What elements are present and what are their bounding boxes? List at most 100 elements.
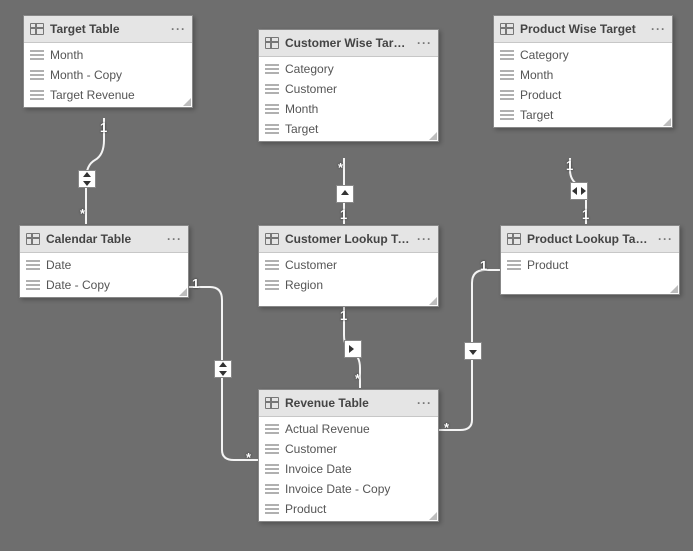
resize-handle[interactable] [183,98,191,106]
field-row[interactable]: Month - Copy [24,65,192,85]
field-name: Date - Copy [46,278,110,292]
field-icon [265,424,279,434]
field-row[interactable]: Category [494,45,672,65]
field-icon [500,70,514,80]
field-name: Product [285,502,326,516]
field-row[interactable]: Category [259,59,438,79]
field-icon [265,484,279,494]
table-header[interactable]: Calendar Table ··· [20,226,188,253]
field-list: Category Month Product Target [494,43,672,127]
card-revenue-star-a: * [246,450,251,465]
table-header[interactable]: Customer Wise Target ··· [259,30,438,57]
table-icon [500,23,514,35]
field-row[interactable]: Target [494,105,672,125]
field-row[interactable]: Target [259,119,438,139]
more-button[interactable]: ··· [651,22,666,36]
field-row[interactable]: Month [494,65,672,85]
filter-dir-prodlk-revenue [464,342,482,360]
field-row[interactable]: Actual Revenue [259,419,438,439]
field-row[interactable]: Product [501,255,679,275]
field-icon [30,50,44,60]
resize-handle[interactable] [179,288,187,296]
field-row[interactable]: Target Revenue [24,85,192,105]
filter-dir-target-calendar [78,170,96,188]
field-list: Month Month - Copy Target Revenue [24,43,192,107]
field-row[interactable]: Invoice Date - Copy [259,479,438,499]
card-custlk-1: 1 [340,207,347,222]
field-name: Product [527,258,568,272]
more-button[interactable]: ··· [167,232,182,246]
field-row[interactable]: Month [24,45,192,65]
table-product-wise-target[interactable]: Product Wise Target ··· Category Month P… [493,15,673,128]
field-list: Category Customer Month Target [259,57,438,141]
field-icon [265,280,279,290]
table-product-lookup[interactable]: Product Lookup Table ··· Product [500,225,680,295]
card-target-1: 1 [100,120,107,135]
field-row[interactable]: Date [20,255,188,275]
field-icon [265,504,279,514]
model-canvas[interactable]: { "ui": { "more_label": "···" }, "tables… [0,0,693,551]
field-name: Category [520,48,569,62]
field-name: Region [285,278,323,292]
more-button[interactable]: ··· [417,232,432,246]
field-icon [500,90,514,100]
card-calendar-1: 1 [192,276,199,291]
table-icon [265,233,279,245]
table-calendar[interactable]: Calendar Table ··· Date Date - Copy [19,225,189,298]
card-calendar-star: * [80,206,85,221]
field-row[interactable]: Region [259,275,438,295]
field-icon [500,50,514,60]
table-icon [507,233,521,245]
filter-dir-prodwise-prodlk [570,182,588,200]
field-list: Product [501,253,679,277]
field-icon [30,90,44,100]
table-icon [265,397,279,409]
field-name: Product [520,88,561,102]
more-button[interactable]: ··· [171,22,186,36]
table-title: Customer Wise Target [285,36,411,50]
more-button[interactable]: ··· [417,396,432,410]
field-row[interactable]: Customer [259,79,438,99]
card-custwise-star: * [338,160,343,175]
resize-handle[interactable] [429,297,437,305]
field-row[interactable]: Month [259,99,438,119]
resize-handle[interactable] [429,512,437,520]
table-customer-lookup[interactable]: Customer Lookup Ta... ··· Customer Regio… [258,225,439,307]
table-title: Product Wise Target [520,22,645,36]
field-row[interactable]: Date - Copy [20,275,188,295]
field-name: Date [46,258,71,272]
field-name: Customer [285,82,337,96]
table-target[interactable]: Target Table ··· Month Month - Copy Targ… [23,15,193,108]
table-header[interactable]: Product Lookup Table ··· [501,226,679,253]
field-name: Month - Copy [50,68,122,82]
field-icon [265,124,279,134]
table-header[interactable]: Customer Lookup Ta... ··· [259,226,438,253]
field-row[interactable]: Product [259,499,438,519]
resize-handle[interactable] [429,132,437,140]
table-header[interactable]: Target Table ··· [24,16,192,43]
resize-handle[interactable] [670,285,678,293]
field-name: Category [285,62,334,76]
table-icon [26,233,40,245]
table-customer-wise-target[interactable]: Customer Wise Target ··· Category Custom… [258,29,439,142]
field-row[interactable]: Invoice Date [259,459,438,479]
table-icon [30,23,44,35]
table-revenue[interactable]: Revenue Table ··· Actual Revenue Custome… [258,389,439,522]
resize-handle[interactable] [663,118,671,126]
field-name: Target Revenue [50,88,135,102]
field-icon [265,64,279,74]
field-row[interactable]: Customer [259,255,438,275]
table-header[interactable]: Product Wise Target ··· [494,16,672,43]
filter-dir-custlk-revenue [344,340,362,358]
more-button[interactable]: ··· [658,232,673,246]
field-list: Actual Revenue Customer Invoice Date Inv… [259,417,438,521]
field-row[interactable]: Product [494,85,672,105]
field-name: Month [285,102,318,116]
more-button[interactable]: ··· [417,36,432,50]
field-name: Customer [285,258,337,272]
field-row[interactable]: Customer [259,439,438,459]
field-icon [26,260,40,270]
field-icon [507,260,521,270]
field-icon [500,110,514,120]
table-header[interactable]: Revenue Table ··· [259,390,438,417]
